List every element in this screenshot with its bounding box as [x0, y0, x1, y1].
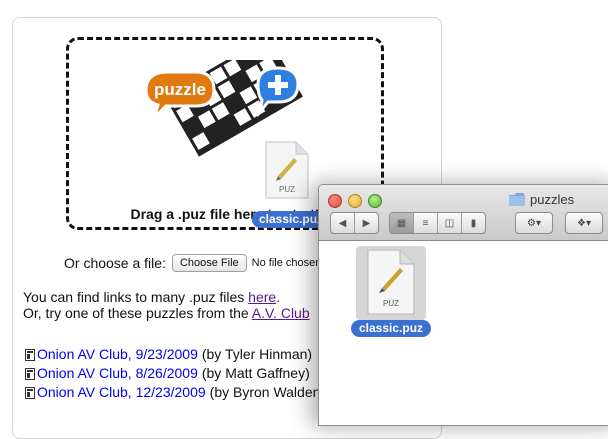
coverflow-view-icon[interactable]: ▮ [462, 213, 485, 233]
document-icon [25, 349, 35, 361]
choose-file-row: Or choose a file: Choose File No file ch… [64, 254, 321, 272]
icon-view-icon[interactable]: ▦ [390, 213, 414, 233]
intro-line2: Or, try one of these puzzles from the [23, 305, 252, 321]
intro-period: . [276, 289, 280, 305]
av-club-link[interactable]: A.V. Club [252, 305, 310, 321]
minimize-button[interactable] [348, 194, 362, 208]
choose-file-label: Or choose a file: [64, 255, 166, 271]
puz-file-icon[interactable]: PUZ [364, 248, 418, 316]
document-icon [25, 387, 35, 399]
puzzle-author: (by Byron Walden) [210, 383, 325, 402]
close-button[interactable] [328, 194, 342, 208]
file-status: No file chosen [252, 257, 322, 269]
intro-line1: You can find links to many .puz files [23, 289, 248, 305]
dragged-file-icon-label: PUZ [279, 185, 295, 194]
puz-files-link[interactable]: here [248, 289, 276, 305]
forward-icon[interactable]: ▶ [355, 213, 378, 233]
zoom-button[interactable] [368, 194, 382, 208]
document-icon [25, 368, 35, 380]
puzzle-link[interactable]: Onion AV Club, 12/23/2009 [37, 383, 206, 402]
puzzle-author: (by Tyler Hinman) [202, 345, 312, 364]
choose-file-button[interactable]: Choose File [172, 254, 247, 272]
file-name-label[interactable]: classic.puz [351, 320, 431, 337]
window-title-text: puzzles [530, 192, 574, 207]
list-item: Onion AV Club, 9/23/2009 (by Tyler Hinma… [25, 345, 325, 364]
list-item: Onion AV Club, 12/23/2009 (by Byron Wald… [25, 383, 325, 402]
window-title: puzzles [509, 192, 574, 207]
list-item: Onion AV Club, 8/26/2009 (by Matt Gaffne… [25, 364, 325, 383]
dragged-file-icon[interactable]: PUZ [264, 140, 310, 200]
back-icon[interactable]: ◀ [331, 213, 355, 233]
file-icon-label: PUZ [383, 299, 399, 308]
intro-text: You can find links to many .puz files he… [23, 289, 310, 321]
action-gear-icon[interactable]: ⚙▾ [515, 212, 553, 234]
nav-buttons: ◀ ▶ [330, 212, 379, 234]
view-buttons: ▦ ≡ ◫ ▮ [389, 212, 486, 234]
puzzle-author: (by Matt Gaffney) [202, 364, 310, 383]
puzzle-link[interactable]: Onion AV Club, 9/23/2009 [37, 345, 198, 364]
dropbox-icon[interactable]: ❖▾ [565, 212, 603, 234]
puzzle-link[interactable]: Onion AV Club, 8/26/2009 [37, 364, 198, 383]
column-view-icon[interactable]: ◫ [438, 213, 462, 233]
finder-toolbar: puzzles ◀ ▶ ▦ ≡ ◫ ▮ ⚙▾ ❖▾ [319, 185, 608, 241]
puzzle-list: Onion AV Club, 9/23/2009 (by Tyler Hinma… [25, 345, 325, 402]
list-view-icon[interactable]: ≡ [414, 213, 438, 233]
folder-icon [509, 193, 525, 206]
logo-text: puzzle [154, 80, 206, 99]
